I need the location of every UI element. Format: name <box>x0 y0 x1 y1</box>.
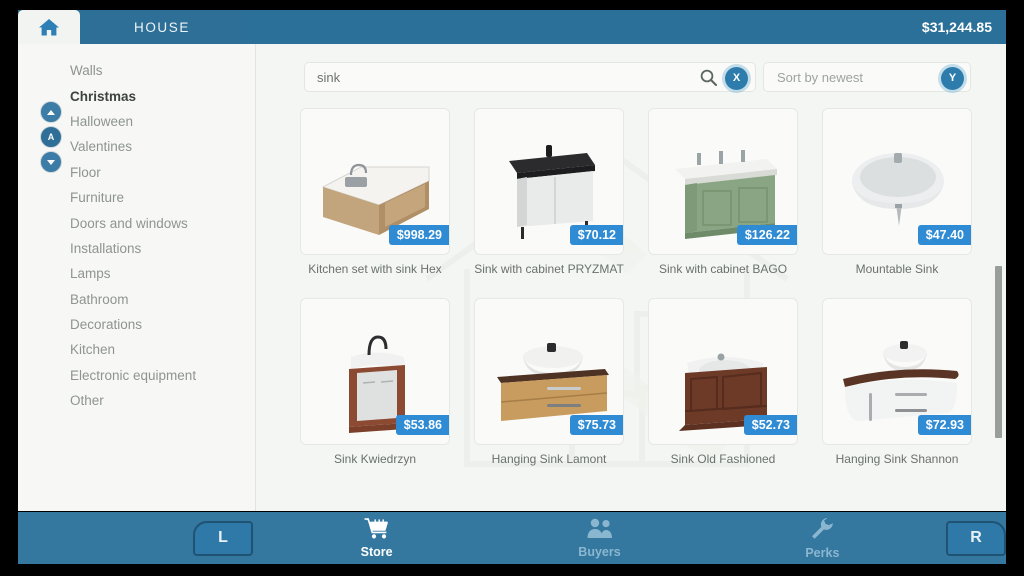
product-card[interactable]: $75.73 Hanging Sink Lamont <box>474 298 624 466</box>
sidebar-item-label: Walls <box>70 63 103 79</box>
search-input[interactable]: sink X <box>304 62 756 92</box>
clear-search-button[interactable]: X <box>725 66 748 90</box>
product-price: $998.29 <box>388 225 449 245</box>
product-price: $70.12 <box>569 225 623 245</box>
product-card[interactable]: $47.40 Mountable Sink <box>822 108 972 276</box>
sidebar-item-christmas[interactable]: Christmas <box>18 83 255 108</box>
sidebar-item-label: Halloween <box>70 113 134 129</box>
scrollbar-track[interactable] <box>995 44 1004 511</box>
product-card[interactable]: $126.22 Sink with cabinet BAGO <box>648 108 798 276</box>
people-icon <box>585 517 615 544</box>
product-price: $72.93 <box>917 415 971 435</box>
nav-buyers-label: Buyers <box>578 545 621 559</box>
sidebar-item-bathroom[interactable]: Bathroom <box>18 287 255 312</box>
product-thumbnail[interactable]: $52.73 <box>648 298 798 445</box>
product-price: $126.22 <box>736 225 797 245</box>
nav-store-label: Store <box>360 545 393 559</box>
product-thumbnail[interactable]: $53.86 <box>300 298 450 445</box>
money-balance: $31,244.85 <box>921 19 992 35</box>
product-name: Hanging Sink Shannon <box>835 452 959 466</box>
product-thumbnail[interactable]: $47.40 <box>822 108 972 255</box>
product-name: Kitchen set with sink Hex <box>308 262 442 276</box>
store-content: sink X Sort by newest Y $998.29 Kitchen … <box>257 44 1006 511</box>
search-icon[interactable] <box>700 69 718 91</box>
category-list: Walls Christmas Halloween Valentines Floor Fu… <box>18 58 255 413</box>
bottom-bar: L Store Buyers Perks R <box>18 512 1006 564</box>
tab-house[interactable]: HOUSE <box>82 10 242 44</box>
product-price: $47.40 <box>917 225 971 245</box>
product-name: Hanging Sink Lamont <box>491 452 607 466</box>
product-thumbnail[interactable]: $72.93 <box>822 298 972 445</box>
wrench-icon <box>810 517 834 545</box>
shoulder-button-r[interactable]: R <box>945 520 1006 556</box>
main-panel: A Walls Christmas Halloween Valentines Floor… <box>18 44 1006 511</box>
product-price: $53.86 <box>395 415 449 435</box>
nav-store[interactable]: Store <box>302 517 452 559</box>
nav-perks[interactable]: Perks <box>747 517 897 560</box>
sidebar-item-doors-and-windows[interactable]: Doors and windows <box>18 210 255 235</box>
product-name: Mountable Sink <box>855 262 939 276</box>
sidebar-item-walls[interactable]: Walls <box>18 58 255 83</box>
sidebar-item-furniture[interactable]: Furniture <box>18 185 255 210</box>
sidebar-item-electronic-equipment[interactable]: Electronic equipment <box>18 363 255 388</box>
product-name: Sink Old Fashioned <box>670 452 776 466</box>
nav-buyers[interactable]: Buyers <box>525 517 675 559</box>
sidebar-item-lamps[interactable]: Lamps <box>18 261 255 286</box>
sidebar-item-other[interactable]: Other <box>18 388 255 413</box>
product-card[interactable]: $53.86 Sink Kwiedrzyn <box>300 298 450 466</box>
sidebar-item-halloween[interactable]: Halloween <box>18 109 255 134</box>
home-tab[interactable] <box>18 10 80 44</box>
scrollbar-thumb[interactable] <box>995 266 1002 438</box>
product-thumbnail[interactable]: $998.29 <box>300 108 450 255</box>
sidebar-item-label: Bathroom <box>70 291 129 307</box>
shopping-cart-icon <box>364 517 390 544</box>
product-price: $52.73 <box>743 415 797 435</box>
sidebar-item-label: Electronic equipment <box>70 367 197 383</box>
sidebar-item-label: Installations <box>70 240 142 256</box>
product-card[interactable]: $998.29 Kitchen set with sink Hex <box>300 108 450 276</box>
nav-perks-label: Perks <box>805 545 840 560</box>
search-input-value: sink <box>317 69 341 85</box>
category-sidebar: A Walls Christmas Halloween Valentines Floor… <box>18 44 256 511</box>
product-card[interactable]: $72.93 Hanging Sink Shannon <box>822 298 972 466</box>
product-grid: $998.29 Kitchen set with sink Hex $70.12 S… <box>300 108 994 466</box>
product-price: $75.73 <box>569 415 623 435</box>
sidebar-item-kitchen[interactable]: Kitchen <box>18 337 255 362</box>
game-screen: HOUSE $31,244.85 A Walls Christmas Hallowe… <box>0 0 1024 576</box>
home-icon <box>38 17 60 37</box>
sidebar-item-label: Other <box>70 393 104 409</box>
product-name: Sink with cabinet BAGO <box>658 262 788 276</box>
product-name: Sink Kwiedrzyn <box>333 452 417 466</box>
sidebar-item-label: Doors and windows <box>70 215 188 231</box>
product-name: Sink with cabinet PRYZMAT <box>474 262 624 276</box>
product-card[interactable]: $70.12 Sink with cabinet PRYZMAT <box>474 108 624 276</box>
sidebar-item-decorations[interactable]: Decorations <box>18 312 255 337</box>
product-thumbnail[interactable]: $70.12 <box>474 108 624 255</box>
sort-button-y[interactable]: Y <box>941 66 964 90</box>
top-bar: HOUSE $31,244.85 <box>18 10 1006 44</box>
sidebar-item-label: Christmas <box>70 88 137 104</box>
sidebar-item-label: Furniture <box>70 190 125 206</box>
tab-house-label: HOUSE <box>133 19 190 35</box>
sidebar-item-label: Kitchen <box>70 342 116 358</box>
sidebar-item-label: Lamps <box>70 266 111 282</box>
sidebar-item-label: Decorations <box>70 317 143 333</box>
sidebar-item-label: Valentines <box>70 139 133 155</box>
search-row: sink X Sort by newest Y <box>304 62 984 92</box>
sort-dropdown[interactable]: Sort by newest Y <box>763 62 971 92</box>
sidebar-item-label: Floor <box>70 164 101 180</box>
product-card[interactable]: $52.73 Sink Old Fashioned <box>648 298 798 466</box>
product-thumbnail[interactable]: $126.22 <box>648 108 798 255</box>
product-thumbnail[interactable]: $75.73 <box>474 298 624 445</box>
sort-dropdown-value: Sort by newest <box>777 69 863 85</box>
shoulder-button-l[interactable]: L <box>193 520 254 556</box>
sidebar-item-floor[interactable]: Floor <box>18 160 255 185</box>
sidebar-item-installations[interactable]: Installations <box>18 236 255 261</box>
sidebar-item-valentines[interactable]: Valentines <box>18 134 255 159</box>
